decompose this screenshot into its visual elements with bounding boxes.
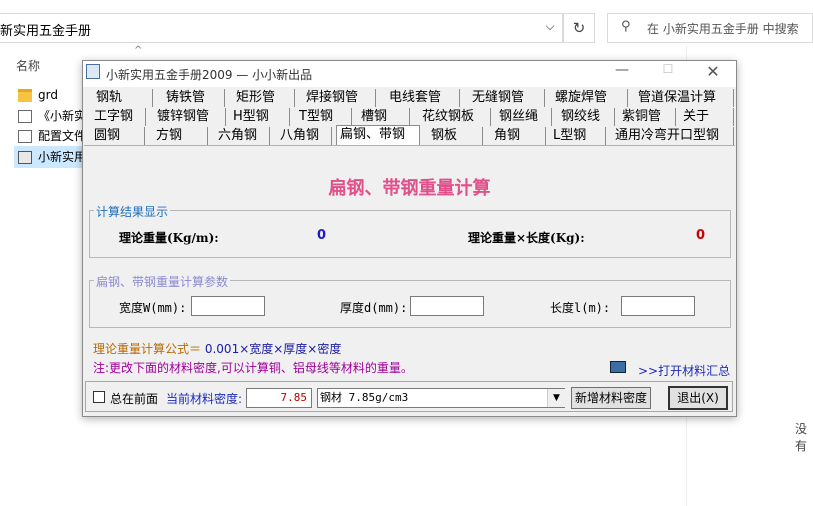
tab-panel-border: [84, 145, 735, 146]
theoretical-weight-value: 0: [317, 228, 327, 243]
formula-prefix: 理论重量计算公式＝: [93, 342, 202, 356]
close-icon[interactable]: ✕: [703, 62, 723, 84]
folder-icon: [18, 89, 32, 102]
tab-conduit[interactable]: 电线套管: [386, 89, 460, 107]
always-on-top-checkbox[interactable]: [93, 391, 105, 403]
tab-spiral-pipe[interactable]: 螺旋焊管: [552, 89, 628, 107]
length-label: 长度l(m):: [550, 301, 611, 315]
column-header-name[interactable]: 名称: [16, 57, 40, 74]
address-text: 新实用五金手册: [0, 24, 92, 39]
list-item[interactable]: 配置文件: [14, 125, 86, 147]
document-icon: [18, 110, 32, 123]
preview-pane-text: 没有: [795, 422, 808, 453]
tab-steel-plate[interactable]: 钢板: [428, 127, 483, 145]
search-placeholder: 在 小新实用五金手册 中搜索: [647, 22, 799, 36]
tab-round-bar[interactable]: 圆钢: [91, 127, 145, 145]
tab-t-beam[interactable]: T型钢: [296, 108, 352, 126]
file-name: 配置文件: [38, 129, 86, 143]
page-title: 扁钢、带钢重量计算: [328, 178, 491, 199]
tab-angle-steel[interactable]: 角钢: [491, 127, 546, 145]
formula-text: 理论重量计算公式＝ 0.001×宽度×厚度×密度: [93, 340, 341, 357]
formula-body: 0.001×宽度×厚度×密度: [204, 342, 342, 356]
exit-button[interactable]: 退出(X): [668, 386, 728, 410]
density-label: 当前材料密度:: [166, 392, 243, 406]
thickness-input[interactable]: [410, 296, 484, 316]
tab-h-beam[interactable]: H型钢: [230, 108, 290, 126]
theoretical-weight-label: 理论重量(Kg/m):: [119, 231, 219, 245]
tab-checkered-plate[interactable]: 花纹钢板: [419, 108, 491, 126]
list-item[interactable]: grd: [14, 84, 86, 106]
result-group-title: 计算结果显示: [94, 203, 171, 220]
width-label: 宽度W(mm):: [119, 301, 187, 315]
tab-galvanized-pipe[interactable]: 镀锌钢管: [154, 108, 226, 126]
config-file-icon: [18, 130, 32, 143]
tab-pipe-insulation[interactable]: 管道保温计算: [635, 89, 734, 107]
maximize-icon: ☐: [662, 62, 674, 76]
tab-seamless-pipe[interactable]: 无缝钢管: [469, 89, 545, 107]
density-input[interactable]: 7.85: [246, 388, 312, 408]
tab-octagon-bar[interactable]: 八角钢: [277, 127, 332, 145]
tab-about[interactable]: 关于: [680, 108, 734, 126]
sort-caret-icon: ^: [134, 45, 143, 56]
file-name: 《小新实: [38, 109, 86, 123]
tab-strand[interactable]: 钢绞线: [558, 108, 615, 126]
file-name: grd: [38, 88, 58, 102]
tab-channel[interactable]: 槽钢: [358, 108, 410, 126]
open-material-summary-link[interactable]: >>打开材料汇总: [638, 362, 730, 379]
thickness-label: 厚度d(mm):: [340, 301, 408, 315]
tab-l-steel[interactable]: L型钢: [550, 127, 606, 145]
weight-length-label: 理论重量×长度(Kg):: [468, 231, 585, 245]
weight-length-value: 0: [696, 228, 706, 243]
tab-copper-pipe[interactable]: 紫铜管: [619, 108, 676, 126]
minimize-icon[interactable]: —: [612, 62, 632, 84]
dropdown-arrow-icon[interactable]: ▼: [547, 389, 565, 407]
tab-square-bar[interactable]: 方钢: [153, 127, 208, 145]
tab-wire-rope[interactable]: 钢丝绳: [496, 108, 552, 126]
tab-welded-pipe[interactable]: 焊接钢管: [303, 89, 376, 107]
material-select[interactable]: 钢材 7.85g/cm3: [317, 388, 565, 408]
tab-cold-formed-steel[interactable]: 通用冷弯开口型钢: [612, 127, 734, 145]
list-item-selected[interactable]: 小新实用: [14, 146, 86, 168]
always-on-top-label: 总在前面: [110, 392, 159, 406]
table-icon[interactable]: [610, 361, 626, 373]
window-title: 小新实用五金手册2009 — 小小新出品: [106, 68, 313, 82]
tab-hexagon-bar[interactable]: 六角钢: [215, 127, 270, 145]
tab-flat-strip-steel[interactable]: 扁钢、带钢: [336, 125, 420, 145]
file-name: 小新实用: [38, 150, 86, 164]
tab-cast-iron-pipe[interactable]: 铸铁管: [163, 89, 225, 107]
length-input[interactable]: [621, 296, 695, 316]
search-icon: ⚲: [621, 19, 631, 34]
application-icon: [18, 151, 32, 164]
width-input[interactable]: [191, 296, 265, 316]
refresh-icon[interactable]: ↻: [563, 13, 595, 43]
list-item[interactable]: 《小新实: [14, 105, 86, 127]
chevron-down-icon[interactable]: ⌵: [543, 19, 557, 33]
tab-rail[interactable]: 钢轨: [93, 89, 153, 107]
add-density-button[interactable]: 新增材料密度: [571, 387, 651, 409]
density-note: 注:更改下面的材料密度,可以计算铜、铝母线等材料的重量。: [93, 361, 413, 375]
tab-i-beam[interactable]: 工字钢: [91, 108, 146, 126]
parameter-group-title: 扁钢、带钢重量计算参数: [94, 273, 231, 290]
app-icon: [86, 64, 100, 79]
tab-rectangular-pipe[interactable]: 矩形管: [233, 89, 295, 107]
